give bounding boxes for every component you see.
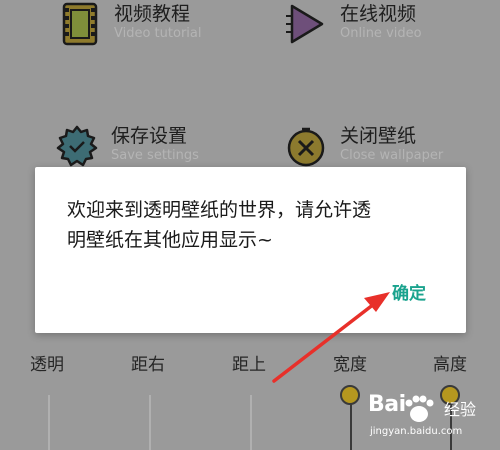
paw-logo-icon (405, 395, 434, 422)
baidu-watermark: Bai 经验 jingyan.baidu.com (368, 392, 488, 444)
red-arrow-annotation (272, 292, 390, 383)
watermark-url: jingyan.baidu.com (370, 426, 463, 437)
watermark-jingyan: 经验 (444, 400, 477, 419)
